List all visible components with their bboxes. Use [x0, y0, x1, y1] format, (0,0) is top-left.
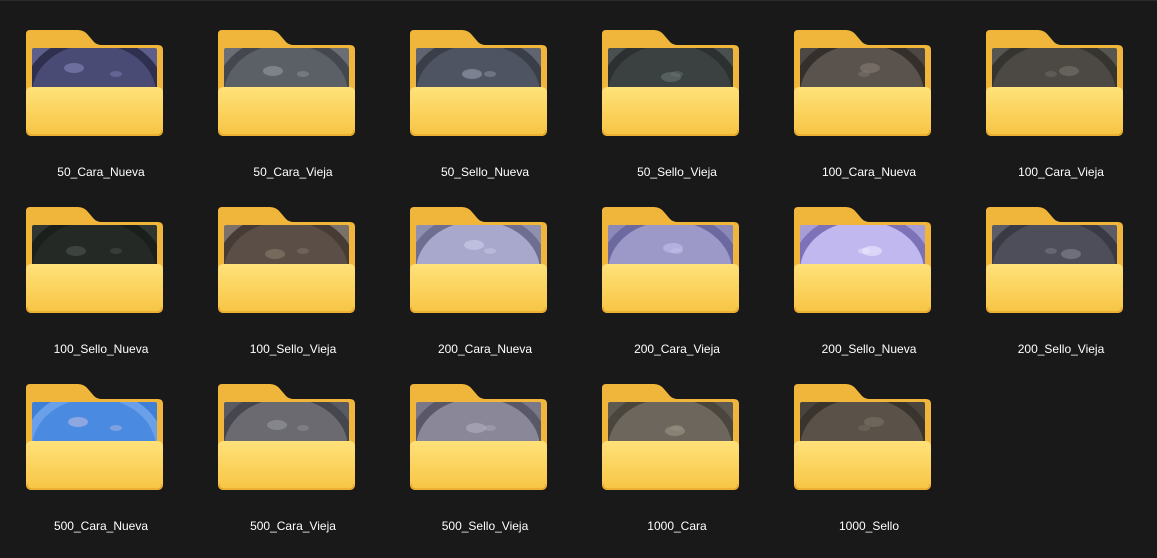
folder-label: 100_Cara_Vieja: [1018, 165, 1104, 179]
folder-label: 200_Cara_Nueva: [437, 342, 533, 356]
folder-item[interactable]: 50_Sello_Vieja: [602, 30, 752, 200]
folder-icon: [26, 207, 176, 327]
folder-label: 50_Cara_Nueva: [57, 165, 145, 179]
folder-icon: [410, 30, 560, 150]
folder-item[interactable]: 1000_Cara: [602, 384, 752, 554]
folder-label: 100_Sello_Vieja: [249, 342, 337, 356]
folder-item[interactable]: 50_Cara_Nueva: [26, 30, 176, 200]
folder-item[interactable]: 500_Sello_Vieja: [410, 384, 560, 554]
folder-item[interactable]: 100_Sello_Nueva: [26, 207, 176, 377]
folder-label: 500_Cara_Vieja: [250, 519, 336, 533]
folder-item[interactable]: 1000_Sello: [794, 384, 944, 554]
folder-label: 50_Sello_Vieja: [637, 165, 717, 179]
folder-icon: [794, 384, 944, 504]
folder-item[interactable]: 100_Cara_Nueva: [794, 30, 944, 200]
folder-item[interactable]: 500_Cara_Vieja: [218, 384, 368, 554]
folder-label: 1000_Sello: [838, 519, 900, 533]
folder-label: 50_Sello_Nueva: [440, 165, 530, 179]
folder-item[interactable]: 100_Sello_Vieja: [218, 207, 368, 377]
folder-icon: [218, 207, 368, 327]
folder-icon: [602, 30, 752, 150]
folder-label: 500_Cara_Nueva: [53, 519, 149, 533]
folder-icon: [602, 207, 752, 327]
folder-icon: [218, 384, 368, 504]
folder-item[interactable]: 100_Cara_Vieja: [986, 30, 1136, 200]
folder-icon: [602, 384, 752, 504]
folder-icon: [410, 207, 560, 327]
folder-label: 200_Sello_Vieja: [1017, 342, 1105, 356]
folder-item[interactable]: 50_Sello_Nueva: [410, 30, 560, 200]
folder-icon: [794, 30, 944, 150]
folder-icon: [986, 207, 1136, 327]
folder-icon: [986, 30, 1136, 150]
folder-icon: [410, 384, 560, 504]
folder-icon: [218, 30, 368, 150]
folder-label: 500_Sello_Vieja: [441, 519, 529, 533]
folder-item[interactable]: 200_Cara_Nueva: [410, 207, 560, 377]
folder-label: 100_Sello_Nueva: [53, 342, 149, 356]
folder-grid: 50_Cara_Nueva 50_Cara_Vieja 50_Sello_Nueva…: [0, 0, 1157, 558]
folder-item[interactable]: 200_Sello_Nueva: [794, 207, 944, 377]
folder-label: 1000_Cara: [647, 519, 707, 533]
folder-icon: [26, 384, 176, 504]
folder-label: 200_Cara_Vieja: [634, 342, 720, 356]
folder-item[interactable]: 50_Cara_Vieja: [218, 30, 368, 200]
folder-label: 200_Sello_Nueva: [821, 342, 917, 356]
folder-label: 50_Cara_Vieja: [253, 165, 333, 179]
folder-item[interactable]: 200_Sello_Vieja: [986, 207, 1136, 377]
folder-icon: [794, 207, 944, 327]
folder-icon: [26, 30, 176, 150]
folder-item[interactable]: 200_Cara_Vieja: [602, 207, 752, 377]
folder-label: 100_Cara_Nueva: [821, 165, 917, 179]
folder-item[interactable]: 500_Cara_Nueva: [26, 384, 176, 554]
